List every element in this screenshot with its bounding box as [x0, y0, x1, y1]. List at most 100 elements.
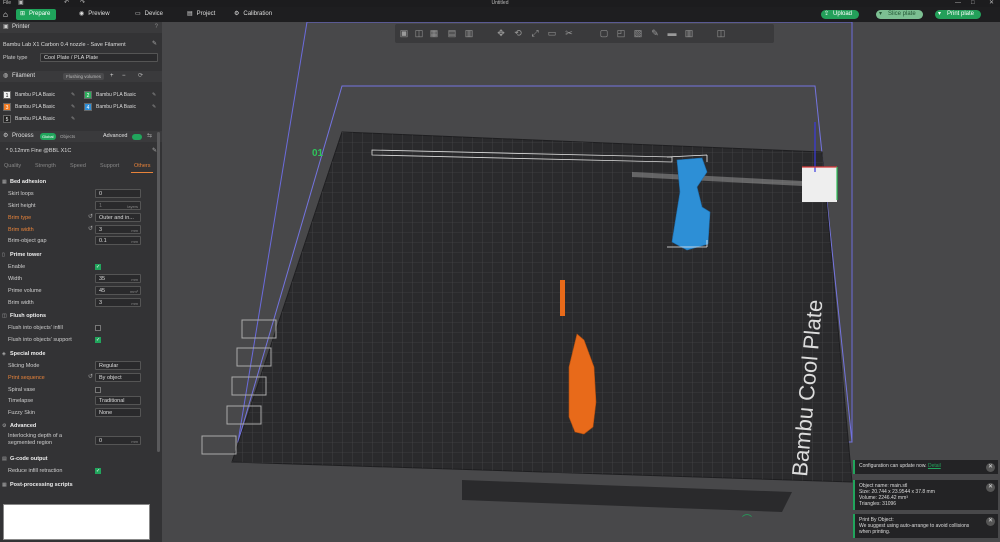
- spiral-vase-checkbox[interactable]: [95, 387, 101, 393]
- tab-quality[interactable]: Quality: [4, 163, 21, 169]
- close-notification-icon[interactable]: ✕: [986, 463, 995, 472]
- tab-others[interactable]: Others: [134, 163, 151, 169]
- slicing-mode-select[interactable]: Regular: [95, 361, 141, 370]
- tab-strength[interactable]: Strength: [35, 163, 56, 169]
- post-processing-textarea[interactable]: [3, 504, 150, 540]
- slice-plate-button[interactable]: ▾ Slice plate: [876, 10, 923, 19]
- preview-icon: ◉: [79, 11, 85, 17]
- delete-plate-icon[interactable]: [201, 435, 237, 455]
- prime-volume-input[interactable]: 45 mm³: [95, 286, 141, 295]
- tab-preview[interactable]: ◉ Preview: [75, 9, 116, 20]
- filament-slot[interactable]: 5 Bambu PLA Basic ✎: [3, 114, 79, 124]
- fuzzy-skin-value: None: [99, 410, 113, 416]
- filament-edit-icon[interactable]: ✎: [71, 114, 75, 124]
- flush-support-checkbox[interactable]: ✓: [95, 337, 101, 343]
- measure-icon[interactable]: ▬: [666, 27, 678, 39]
- close-notification-icon[interactable]: ✕: [986, 483, 995, 492]
- filament-slot[interactable]: 4 Bambu PLA Basic ✎: [84, 102, 160, 112]
- advanced-switch[interactable]: [132, 134, 142, 140]
- prime-brim-input[interactable]: 3 mm: [95, 298, 141, 307]
- move-icon[interactable]: ✥: [495, 27, 507, 39]
- tab-calibration[interactable]: ⚙ Calibration: [230, 9, 278, 20]
- interlock-input[interactable]: 0 mm: [95, 436, 141, 445]
- tab-prepare[interactable]: ⊞ Prepare: [16, 9, 57, 20]
- lay-on-face-icon[interactable]: ▭: [546, 27, 558, 39]
- printer-preset[interactable]: Bambu Lab X1 Carbon 0.4 nozzle - Save Fi…: [3, 40, 126, 50]
- filament-slot[interactable]: 2 Bambu PLA Basic ✎: [84, 90, 160, 100]
- brim-gap-input[interactable]: 0.1 mm: [95, 236, 141, 245]
- brim-type-select[interactable]: Outer and in...: [95, 213, 141, 222]
- view-options-icon[interactable]: ◫: [715, 27, 727, 39]
- close-window-icon[interactable]: ✕: [989, 0, 994, 7]
- arrange-all-icon[interactable]: ▤: [446, 27, 458, 39]
- object-info-panel: Object name: main.stl Size: 20.744 x 23.…: [853, 480, 998, 510]
- skirt-height-input[interactable]: 1 layers: [95, 201, 141, 210]
- prime-enable-label: Enable: [8, 264, 26, 270]
- add-object-icon[interactable]: ▣: [398, 27, 410, 39]
- printer-edit-icon[interactable]: ✎: [152, 40, 157, 47]
- minimize-icon[interactable]: —: [955, 0, 961, 7]
- tab-device[interactable]: ▭ Device: [131, 9, 169, 20]
- slicing-mode-label: Slicing Mode: [8, 363, 40, 369]
- reset-icon[interactable]: ↺: [88, 373, 93, 380]
- filament-slot[interactable]: 3 Bambu PLA Basic ✎: [3, 102, 79, 112]
- filament-sync-icon[interactable]: ⟳: [138, 71, 143, 82]
- orient-icon[interactable]: ▦: [428, 27, 440, 39]
- prime-enable-checkbox[interactable]: ✓: [95, 264, 101, 270]
- filament-edit-icon[interactable]: ✎: [71, 90, 75, 100]
- filament-color-swatch[interactable]: 4: [84, 103, 92, 111]
- config-detail-link[interactable]: Detail: [928, 463, 941, 469]
- add-plate-icon[interactable]: ◫: [413, 27, 425, 39]
- flushing-volumes-button[interactable]: Flushing volumes: [63, 73, 105, 80]
- tab-support[interactable]: Support: [100, 163, 119, 169]
- process-preset[interactable]: * 0.12mm Fine @BBL X1C: [3, 147, 149, 156]
- reset-icon[interactable]: ↺: [88, 225, 93, 232]
- print-sequence-value: By object: [99, 375, 122, 381]
- skirt-loops-input[interactable]: 0: [95, 189, 141, 198]
- plate-marker-icon: ⌒: [742, 515, 752, 526]
- prime-width-input[interactable]: 35 mm: [95, 274, 141, 283]
- fuzzy-skin-select[interactable]: None: [95, 408, 141, 417]
- text-shape-icon[interactable]: ▧: [632, 27, 644, 39]
- sidebar-scrollbar[interactable]: [157, 132, 160, 452]
- reset-icon[interactable]: ↺: [88, 213, 93, 220]
- filament-color-swatch[interactable]: 1: [3, 91, 11, 99]
- flush-infill-checkbox[interactable]: [95, 325, 101, 331]
- scale-icon[interactable]: ⤢: [529, 27, 541, 39]
- tab-project[interactable]: ▤ Project: [183, 9, 221, 20]
- close-notification-icon[interactable]: ✕: [986, 517, 995, 526]
- global-toggle[interactable]: Global: [40, 133, 56, 140]
- maximize-icon[interactable]: □: [971, 0, 975, 7]
- print-sequence-select[interactable]: By object: [95, 373, 141, 382]
- objects-toggle[interactable]: Objects: [60, 131, 75, 142]
- filament-edit-icon[interactable]: ✎: [152, 90, 156, 100]
- prime-tower[interactable]: [802, 167, 837, 202]
- plate-type-select[interactable]: Cool Plate / PLA Plate: [40, 53, 158, 62]
- assembly-icon[interactable]: ▥: [683, 27, 695, 39]
- tab-speed[interactable]: Speed: [70, 163, 86, 169]
- add-filament-icon[interactable]: +: [110, 71, 114, 82]
- remove-filament-icon[interactable]: −: [122, 71, 126, 82]
- timelapse-select[interactable]: Traditional: [95, 396, 141, 405]
- reduce-retraction-checkbox[interactable]: ✓: [95, 468, 101, 474]
- filament-color-swatch[interactable]: 5: [3, 115, 11, 123]
- print-plate-button[interactable]: ▾ Print plate: [935, 10, 982, 19]
- color-paint-icon[interactable]: ✎: [649, 27, 661, 39]
- split-objects-icon[interactable]: ▥: [463, 27, 475, 39]
- filament-slot[interactable]: 1 Bambu PLA Basic ✎: [3, 90, 79, 100]
- home-icon[interactable]: ⌂: [3, 10, 8, 19]
- filament-color-swatch[interactable]: 3: [3, 103, 11, 111]
- seam-paint-icon[interactable]: ◰: [615, 27, 627, 39]
- filament-color-swatch[interactable]: 2: [84, 91, 92, 99]
- rotate-icon[interactable]: ⟲: [512, 27, 524, 39]
- compare-icon[interactable]: ⇆: [147, 131, 152, 142]
- support-paint-icon[interactable]: ▢: [598, 27, 610, 39]
- upload-button[interactable]: ⇪ Upload: [821, 10, 860, 19]
- help-icon[interactable]: ?: [155, 22, 158, 33]
- cut-icon[interactable]: ✂: [563, 27, 575, 39]
- brim-width-input[interactable]: 3 mm: [95, 225, 141, 234]
- brim-width-value: 3: [99, 227, 103, 233]
- filament-edit-icon[interactable]: ✎: [152, 102, 156, 112]
- orange-small-object[interactable]: [560, 280, 565, 316]
- filament-edit-icon[interactable]: ✎: [71, 102, 75, 112]
